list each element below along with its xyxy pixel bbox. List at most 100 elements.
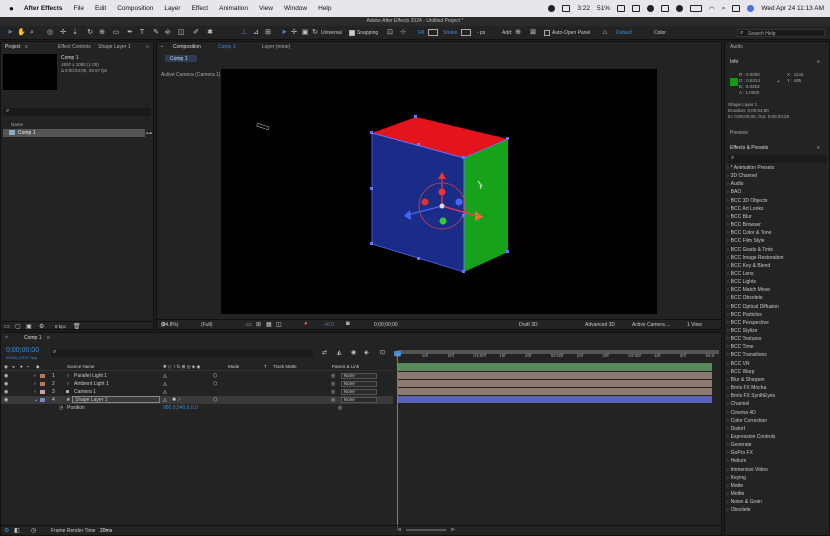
layer-bar[interactable] bbox=[397, 372, 712, 379]
effects-category[interactable]: › Boris FX Mocha bbox=[727, 385, 766, 391]
search-icon[interactable]: ⌕ bbox=[722, 5, 726, 13]
property-row-position[interactable]: ◷ Position 960.0,540.0,0.0 ◎ bbox=[1, 404, 393, 412]
effects-category[interactable]: › Mettle bbox=[727, 491, 744, 497]
shy-switch-icon[interactable]: ◬ bbox=[163, 388, 167, 396]
effects-category[interactable]: › Cinema 4D bbox=[727, 410, 756, 416]
tab-composition[interactable]: Composition bbox=[173, 44, 201, 50]
adjust-settings-icon[interactable]: ⚙ bbox=[39, 323, 44, 330]
renderer-dropdown[interactable]: Advanced 3D bbox=[585, 322, 615, 328]
resolution-dropdown[interactable]: (Full) bbox=[201, 322, 212, 328]
effects-category[interactable]: › Generate bbox=[727, 442, 752, 448]
effects-category[interactable]: › Obsolete bbox=[727, 507, 751, 513]
screen-record-icon[interactable] bbox=[562, 5, 571, 12]
effects-category[interactable]: › BCC Obsolete bbox=[727, 295, 763, 301]
shy-layers-icon[interactable]: ◉ bbox=[351, 349, 356, 356]
workspace-color[interactable]: Color bbox=[654, 30, 666, 36]
expand-icon[interactable]: ⌄ bbox=[34, 396, 38, 404]
timeline-timecode[interactable]: 0;00;00;00 bbox=[6, 347, 39, 354]
layer-row[interactable]: ◉ › 1 ♀ Parallel Light 1 ◬ ⬡ ◎ None bbox=[1, 372, 393, 380]
position-value[interactable]: 960.0,540.0,0.0 bbox=[163, 404, 198, 412]
layer-name[interactable]: Ambient Light 1 bbox=[74, 380, 109, 388]
apple-icon[interactable]: ● bbox=[9, 4, 14, 13]
label-color-swatch[interactable] bbox=[40, 398, 45, 402]
grid-icon[interactable]: ⊞ bbox=[256, 321, 261, 328]
effects-category[interactable]: › * Animation Presets bbox=[727, 165, 774, 171]
app-name-menu[interactable]: After Effects bbox=[24, 5, 63, 12]
parent-dropdown[interactable]: None bbox=[341, 389, 377, 395]
parent-header[interactable]: Parent & Link bbox=[332, 364, 359, 369]
effects-category[interactable]: › Blur & Sharpen bbox=[727, 377, 765, 383]
expand-panels-icon[interactable]: » bbox=[146, 44, 149, 50]
clone-tool-icon[interactable]: ⎆ bbox=[164, 29, 172, 37]
creative-cloud-icon[interactable] bbox=[548, 5, 556, 12]
effects-category[interactable]: › BCC Textures bbox=[727, 336, 761, 342]
search-help-field[interactable]: ⌕ Search Help bbox=[737, 29, 825, 37]
parent-link-icon[interactable]: ◎ bbox=[331, 372, 335, 380]
zoom-dropdown[interactable]: (94.8%) bbox=[161, 322, 179, 328]
bevel-icon[interactable]: ⊠ bbox=[529, 29, 537, 37]
render-time-icon[interactable]: ◷ bbox=[31, 527, 36, 534]
playhead[interactable] bbox=[394, 351, 401, 527]
workspace-default[interactable]: Default bbox=[616, 30, 632, 36]
effects-category[interactable]: › Immersive Video bbox=[727, 467, 768, 473]
t-header[interactable]: T bbox=[264, 364, 267, 369]
track-matte-header[interactable]: Track Matte bbox=[273, 364, 297, 369]
exposure-value[interactable]: +0.0 bbox=[324, 322, 334, 328]
puppet-tool-icon[interactable]: ✱ bbox=[206, 29, 214, 37]
layer-bar[interactable] bbox=[397, 380, 712, 387]
preview-panel-title[interactable]: Preview bbox=[730, 130, 748, 136]
bpc-label[interactable]: 8 bpc bbox=[55, 324, 66, 329]
menu-window[interactable]: Window bbox=[284, 5, 307, 12]
expand-icon[interactable]: › bbox=[34, 388, 36, 396]
stopwatch-icon[interactable]: ◷ bbox=[59, 404, 63, 412]
comp-flow-icon[interactable]: ⇄ bbox=[322, 349, 327, 356]
switches-header-icon[interactable]: ✱ ◇ ∖ fx ⊞ ◎ ◈ ◉ bbox=[163, 364, 200, 370]
zoom-out-icon[interactable]: ⊲ bbox=[397, 527, 401, 533]
parent-link-icon[interactable]: ◎ bbox=[331, 396, 335, 404]
display-icon[interactable] bbox=[617, 5, 626, 12]
effects-category[interactable]: › Distort bbox=[727, 426, 745, 432]
frame-blending-icon[interactable]: ◈ bbox=[364, 349, 369, 356]
expression-pickwhip-icon[interactable]: ◎ bbox=[338, 404, 342, 412]
comp-breadcrumb[interactable]: Comp 1 bbox=[165, 55, 197, 62]
source-name-header[interactable]: Source Name bbox=[67, 364, 95, 369]
axis-local-icon[interactable]: ⊥ bbox=[240, 29, 248, 37]
timeline-menu-icon[interactable]: ≡ bbox=[47, 335, 50, 341]
effects-category[interactable]: › BCC Image Restoration bbox=[727, 255, 783, 261]
rotate-tool-icon[interactable]: ↻ bbox=[86, 29, 94, 37]
pen-tool-icon[interactable]: ✒ bbox=[126, 29, 134, 37]
auto-open-checkbox[interactable] bbox=[544, 30, 550, 36]
effects-category[interactable]: › BCC Time bbox=[727, 344, 753, 350]
mirror-icon[interactable] bbox=[661, 5, 670, 12]
parent-link-icon[interactable]: ◎ bbox=[331, 388, 335, 396]
lock-header-icon[interactable]: ▪ bbox=[27, 364, 29, 369]
effects-category[interactable]: › BCC Match Move bbox=[727, 287, 770, 293]
color-channels-icon[interactable]: ● bbox=[304, 321, 308, 327]
menu-edit[interactable]: Edit bbox=[95, 5, 106, 12]
effects-category[interactable]: › BCC Grads & Tints bbox=[727, 247, 773, 253]
axis-world-icon[interactable]: ⊿ bbox=[252, 29, 260, 37]
menu-layer[interactable]: Layer bbox=[164, 5, 180, 12]
layer-row[interactable]: ◉ › 3 ◙ Camera 1 ◬ ◎ None bbox=[1, 388, 393, 396]
roi-icon[interactable]: ▭ bbox=[246, 321, 252, 328]
tab-layer[interactable]: Layer (none) bbox=[262, 44, 290, 50]
effects-menu-icon[interactable]: ≡ bbox=[817, 145, 820, 151]
parent-dropdown[interactable]: None bbox=[341, 373, 377, 379]
effects-category[interactable]: › Expression Controls bbox=[727, 434, 775, 440]
layer-row-selected[interactable]: ◉ ⌄ 4 ★ Shape Layer 1 ◬ ✱ ∕ ⬡ ◎ None bbox=[1, 396, 393, 404]
wifi-icon[interactable]: ◠ bbox=[709, 5, 715, 13]
label-header-icon[interactable]: ◆ bbox=[36, 364, 39, 370]
zoom-in-icon[interactable]: ⊳ bbox=[451, 527, 455, 533]
selection-tool-icon[interactable]: ➤ bbox=[6, 29, 14, 37]
control-center-icon[interactable] bbox=[732, 5, 741, 12]
tab-project[interactable]: Project bbox=[5, 44, 21, 50]
eraser-tool-icon[interactable]: ◫ bbox=[177, 29, 185, 37]
3d-layer-switch-icon[interactable]: ⬡ bbox=[213, 372, 217, 380]
effect-controls-target[interactable]: Shape Layer 1 bbox=[98, 44, 131, 50]
quality-switch-icon[interactable]: ∕ bbox=[179, 396, 180, 404]
composition-viewer[interactable] bbox=[221, 69, 657, 314]
tab-timeline-comp[interactable]: Comp 1 bbox=[24, 335, 42, 341]
effects-category[interactable]: › GoPro FX bbox=[727, 450, 753, 456]
snapshot-icon[interactable]: ◙ bbox=[346, 321, 350, 327]
shy-switch-icon[interactable]: ◬ bbox=[163, 396, 167, 404]
